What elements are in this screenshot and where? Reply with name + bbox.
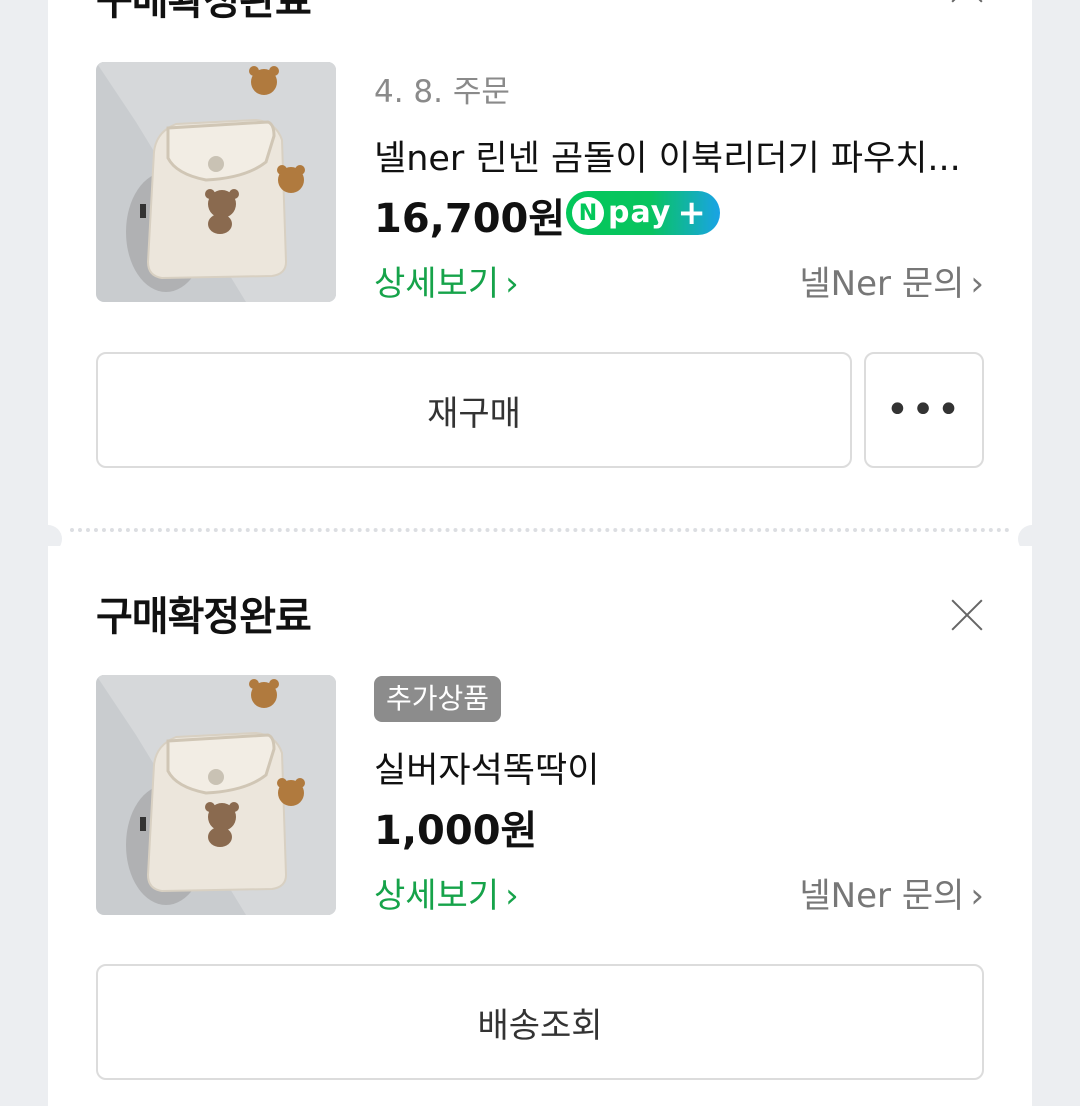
npay-logo: N pay + (566, 191, 720, 235)
chevron-right-icon: › (505, 876, 519, 916)
more-icon: ••• (885, 387, 963, 433)
detail-link[interactable]: 상세보기 › (374, 256, 519, 305)
product-image (96, 62, 336, 302)
chevron-right-icon: › (970, 264, 984, 304)
seller-inquiry-link[interactable]: 넬Ner 문의 › (799, 256, 984, 305)
npay-plus-icon: + (677, 193, 706, 233)
product-thumbnail[interactable] (96, 62, 336, 302)
tracking-button-label: 배송조회 (477, 1005, 603, 1046)
close-icon[interactable] (950, 0, 984, 4)
status-title: 구매확정완료 (96, 594, 312, 640)
addon-product-badge: 추가상품 (374, 676, 502, 722)
product-price: 1,000원 (374, 808, 538, 854)
inquiry-link-label: 넬Ner 문의 (799, 264, 965, 304)
more-button[interactable]: ••• (864, 352, 984, 468)
status-title: 구매확정완료 (96, 0, 312, 24)
rebuy-button-label: 재구매 (427, 393, 521, 434)
product-image (96, 675, 336, 915)
seller-inquiry-link[interactable]: 넬Ner 문의 › (799, 868, 984, 917)
npay-pay-text: pay (608, 195, 672, 230)
chevron-right-icon: › (970, 876, 984, 916)
inquiry-link-label: 넬Ner 문의 (799, 876, 965, 916)
tracking-button[interactable]: 배송조회 (96, 964, 984, 1080)
detail-link-label: 상세보기 (374, 264, 500, 304)
dotted-divider (70, 528, 1010, 532)
chevron-right-icon: › (505, 264, 519, 304)
product-name[interactable]: 넬ner 린넨 곰돌이 이북리더기 파우치... (374, 130, 984, 181)
product-price: 16,700원 (374, 196, 566, 242)
rebuy-button[interactable]: 재구매 (96, 352, 852, 468)
order-card-2: 구매확정완료 추가상품 실버자석똑딱이 1,000원 상세보기 › 넬Ner 문… (48, 546, 1032, 1106)
product-name[interactable]: 실버자석똑딱이 (374, 742, 984, 793)
close-icon[interactable] (950, 598, 984, 632)
detail-link-label: 상세보기 (374, 876, 500, 916)
product-thumbnail[interactable] (96, 675, 336, 915)
card-separator (34, 512, 1046, 553)
detail-link[interactable]: 상세보기 › (374, 868, 519, 917)
order-date: 4. 8. 주문 (374, 74, 510, 110)
order-card-1: 구매확정완료 4. 8. 주문 넬ner 린넨 곰돌이 이북리더기 파우치...… (48, 0, 1032, 512)
npay-n-mark: N (572, 197, 604, 229)
